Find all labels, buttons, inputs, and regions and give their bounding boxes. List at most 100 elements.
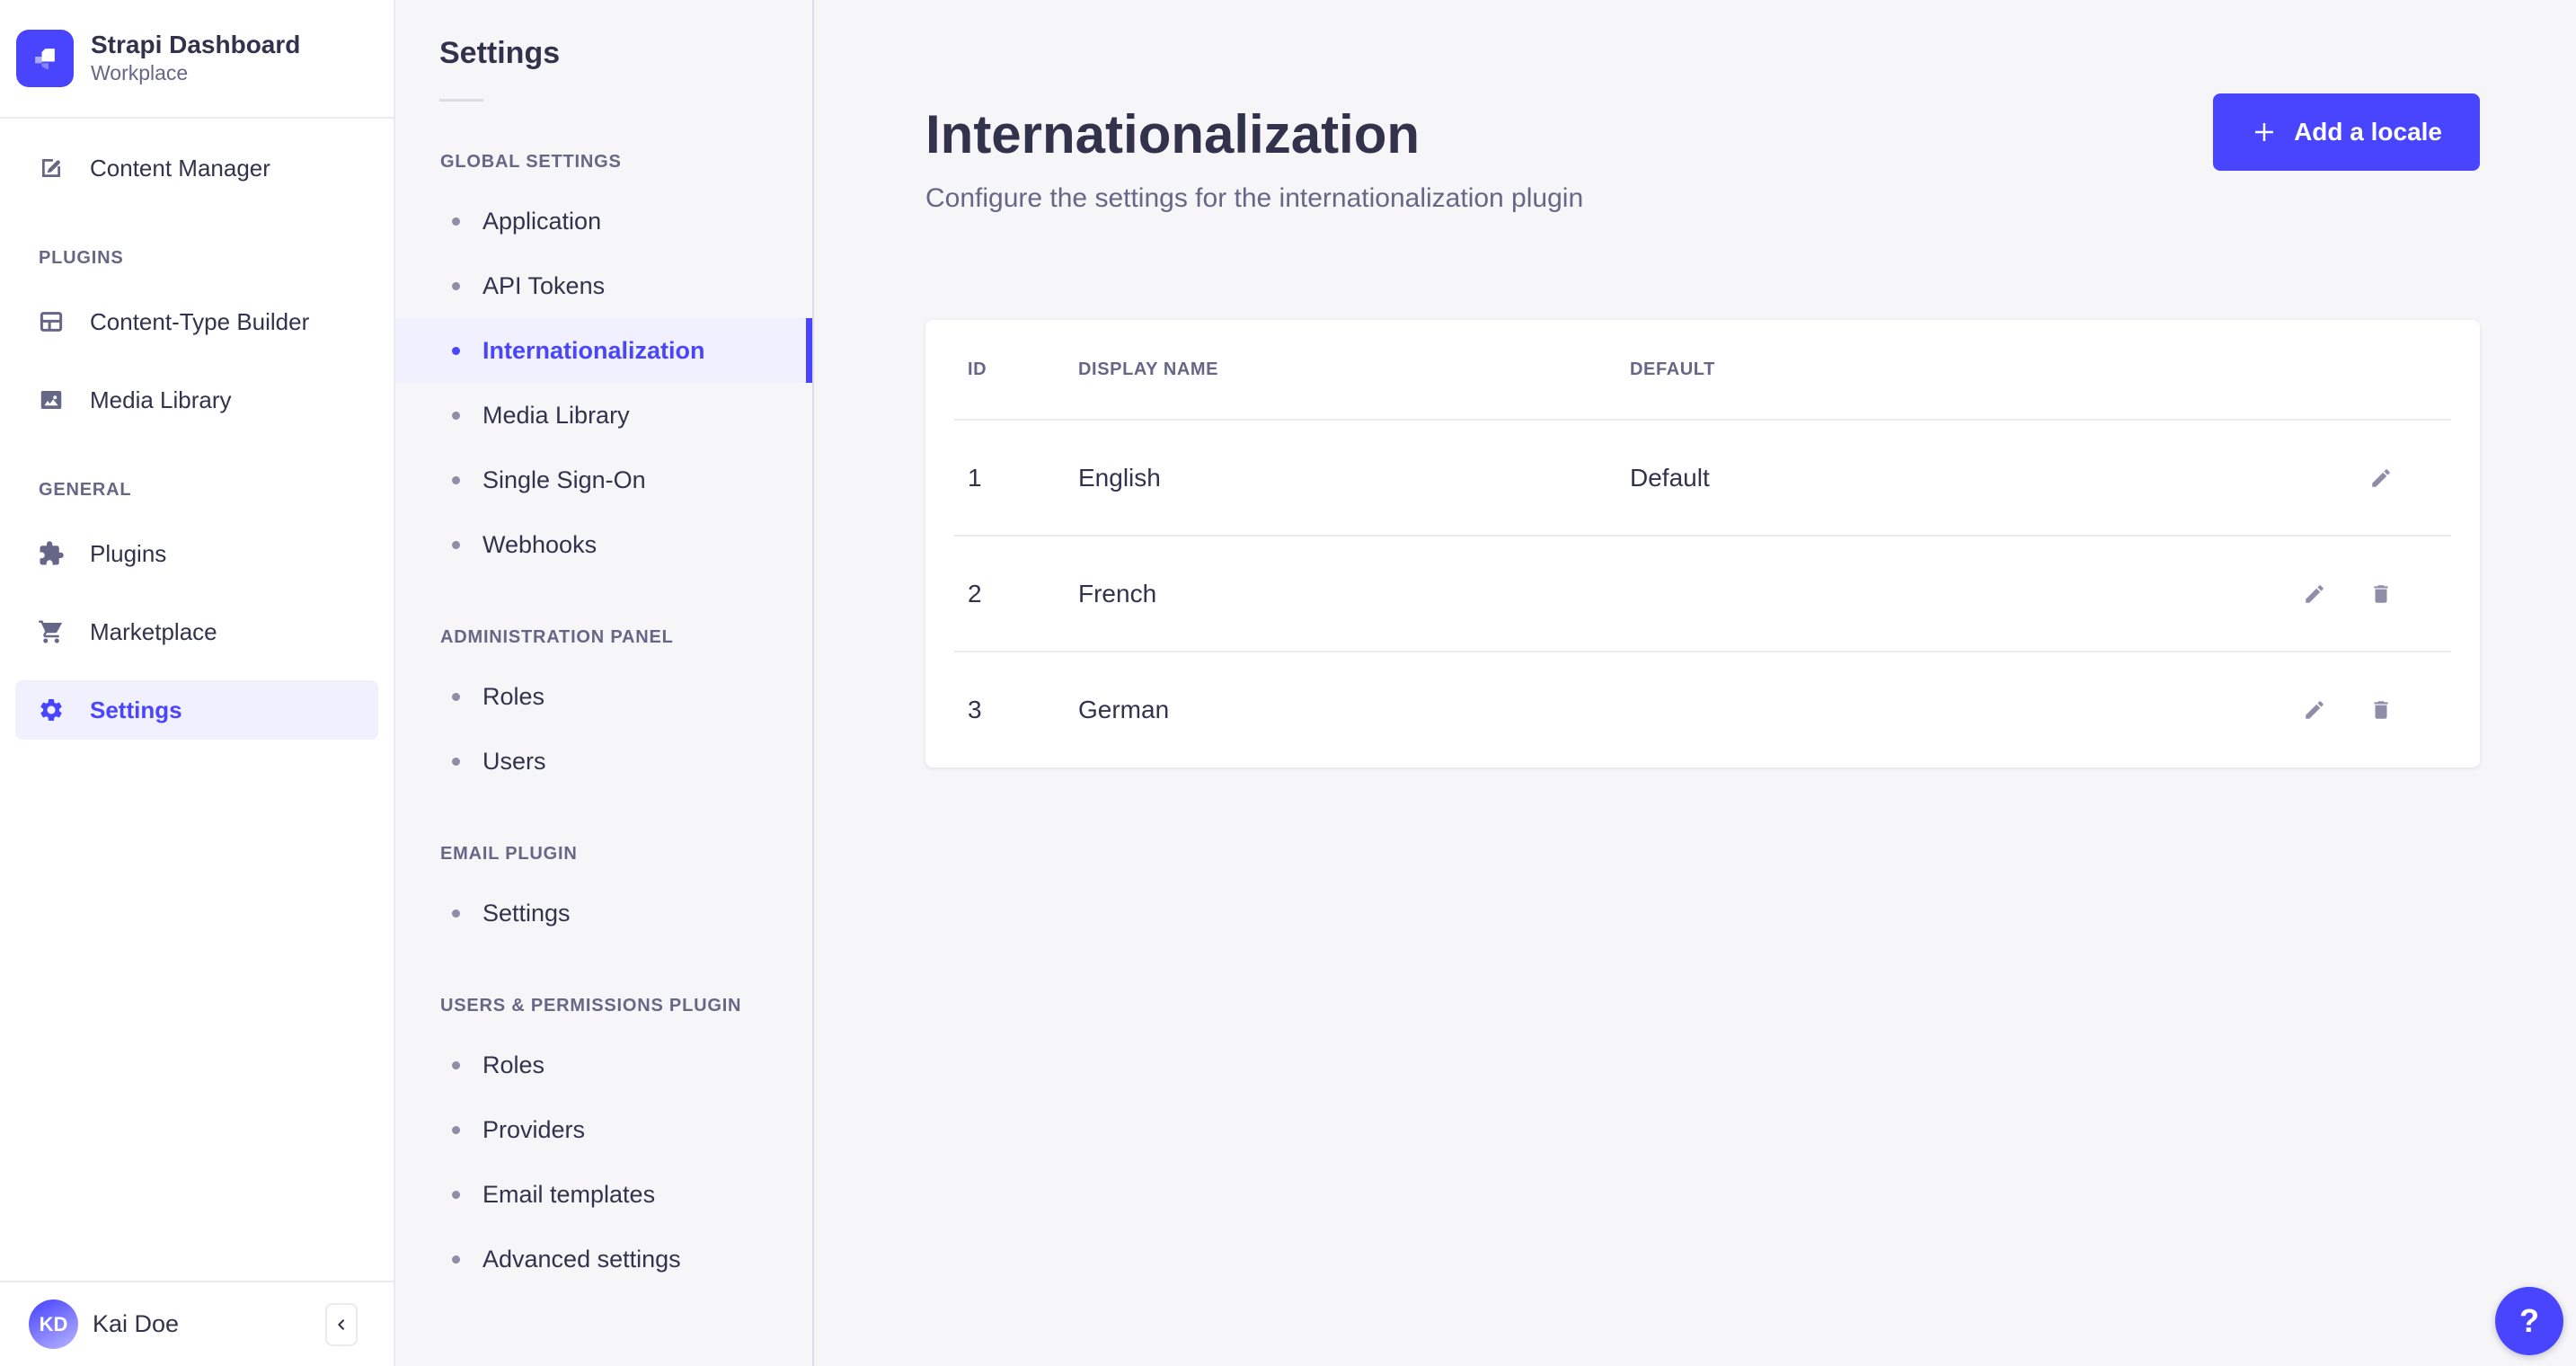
bullet-icon [452, 1060, 460, 1069]
subnav-item-email-templates[interactable]: Email templates [395, 1162, 812, 1227]
bullet-icon [452, 1125, 460, 1134]
delete-locale-button[interactable] [2369, 698, 2393, 722]
bullet-icon [452, 475, 460, 484]
cell-display-name: French [1078, 579, 1157, 608]
bullet-icon [452, 1190, 460, 1199]
subnav-item-api-tokens[interactable]: API Tokens [395, 253, 812, 318]
subnav-item-label: Single Sign-On [482, 466, 646, 493]
workspace-brand[interactable]: Strapi Dashboard Workplace [0, 0, 394, 119]
cell-display-name: English [1078, 463, 1161, 492]
subnav-item-admin-roles[interactable]: Roles [395, 664, 812, 729]
strapi-logo-icon [16, 30, 74, 87]
subnav-item-providers[interactable]: Providers [395, 1097, 812, 1162]
sidebar-item-content-type-builder[interactable]: Content-Type Builder [15, 292, 378, 351]
plus-icon [2251, 119, 2278, 146]
subnav-item-application[interactable]: Application [395, 189, 812, 253]
workspace-title: Strapi Dashboard [91, 31, 301, 59]
column-header-default: DEFAULT [1630, 359, 1715, 379]
collapse-sidebar-button[interactable] [325, 1302, 358, 1346]
add-locale-label: Add a locale [2294, 118, 2442, 146]
sidebar-item-label: Marketplace [90, 617, 217, 645]
column-header-display-name: DISPLAY NAME [1078, 359, 1219, 379]
trash-icon [2369, 582, 2393, 606]
sidebar-item-label: Content Manager [90, 154, 270, 182]
edit-locale-button[interactable] [2303, 698, 2326, 722]
sidebar-item-plugins[interactable]: Plugins [15, 524, 378, 583]
subnav-item-label: Settings [482, 899, 571, 927]
user-name: Kai Doe [93, 1310, 180, 1337]
trash-icon [2369, 698, 2393, 722]
locales-table-card: ID DISPLAY NAME DEFAULT 1 English Defaul… [925, 320, 2480, 767]
subnav-item-label: Internationalization [482, 336, 705, 364]
settings-subnav: Settings GLOBAL SETTINGS Application API… [395, 0, 814, 1366]
gear-icon [38, 696, 65, 723]
subnav-item-media-library[interactable]: Media Library [395, 383, 812, 448]
main-sidebar: Strapi Dashboard Workplace Content Manag… [0, 0, 395, 1366]
subnav-item-label: Providers [482, 1115, 586, 1143]
subnav-item-email-settings[interactable]: Settings [395, 881, 812, 945]
subnav-item-webhooks[interactable]: Webhooks [395, 512, 812, 577]
subnav-item-internationalization[interactable]: Internationalization [395, 318, 812, 383]
subnav-section-email-plugin: EMAIL PLUGIN [440, 844, 578, 864]
sidebar-item-label: Plugins [90, 539, 167, 567]
cell-default: Default [1630, 463, 1710, 492]
pencil-icon [2303, 698, 2326, 722]
sidebar-section-plugins: PLUGINS [39, 248, 124, 268]
edit-locale-button[interactable] [2369, 466, 2393, 490]
bullet-icon [452, 909, 460, 918]
page-subtitle: Configure the settings for the internati… [925, 183, 1584, 213]
subnav-item-label: API Tokens [482, 271, 606, 299]
avatar[interactable]: KD [29, 1299, 78, 1349]
sidebar-footer: KD Kai Doe [0, 1281, 394, 1366]
subnav-item-label: Webhooks [482, 530, 598, 558]
table-row[interactable]: 3 German [954, 651, 2451, 767]
feather-icon [38, 155, 65, 182]
page-title: Internationalization [925, 104, 1421, 164]
sidebar-item-content-manager[interactable]: Content Manager [15, 138, 378, 198]
sidebar-item-media-library[interactable]: Media Library [15, 370, 378, 430]
cell-display-name: German [1078, 695, 1170, 723]
sidebar-item-settings[interactable]: Settings [15, 680, 378, 740]
delete-locale-button[interactable] [2369, 582, 2393, 606]
bullet-icon [452, 346, 460, 355]
sidebar-item-label: Settings [90, 696, 182, 723]
bullet-icon [452, 757, 460, 766]
cell-id: 2 [968, 579, 982, 608]
sidebar-nav: Content Manager PLUGINS Content-Type Bui… [0, 119, 394, 740]
subnav-item-label: Media Library [482, 401, 630, 429]
add-locale-button[interactable]: Add a locale [2213, 93, 2480, 171]
subnav-section-users-permissions-plugin: USERS & PERMISSIONS PLUGIN [440, 996, 742, 1016]
subnav-item-admin-users[interactable]: Users [395, 729, 812, 794]
sidebar-section-general: GENERAL [39, 480, 132, 500]
table-row[interactable]: 1 English Default [954, 419, 2451, 535]
bullet-icon [452, 217, 460, 226]
subnav-item-up-roles[interactable]: Roles [395, 1033, 812, 1097]
cell-id: 1 [968, 463, 982, 492]
page-header: Internationalization Configure the setti… [925, 0, 2480, 214]
subnav-section-administration-panel: ADMINISTRATION PANEL [440, 627, 674, 647]
subnav-item-label: Advanced settings [482, 1245, 681, 1273]
cart-icon [38, 618, 65, 645]
layout-icon [38, 308, 65, 335]
chevron-left-icon [334, 1317, 349, 1332]
table-row[interactable]: 2 French [954, 535, 2451, 651]
subnav-title: Settings [439, 36, 561, 70]
column-header-id: ID [968, 359, 987, 379]
subnav-item-label: Email templates [482, 1180, 656, 1208]
subnav-item-advanced-settings[interactable]: Advanced settings [395, 1227, 812, 1291]
cell-id: 3 [968, 695, 982, 723]
subnav-divider [439, 99, 483, 102]
table-header-row: ID DISPLAY NAME DEFAULT [954, 320, 2451, 419]
help-button[interactable]: ? [2495, 1287, 2563, 1355]
subnav-item-label: Users [482, 747, 546, 775]
bullet-icon [452, 411, 460, 420]
subnav-item-single-sign-on[interactable]: Single Sign-On [395, 448, 812, 512]
sidebar-item-marketplace[interactable]: Marketplace [15, 602, 378, 661]
main-content: Internationalization Configure the setti… [816, 0, 2576, 1366]
bullet-icon [452, 281, 460, 290]
subnav-item-label: Roles [482, 682, 545, 710]
picture-icon [38, 386, 65, 413]
sidebar-item-label: Media Library [90, 386, 232, 413]
pencil-icon [2369, 466, 2393, 490]
edit-locale-button[interactable] [2303, 582, 2326, 606]
